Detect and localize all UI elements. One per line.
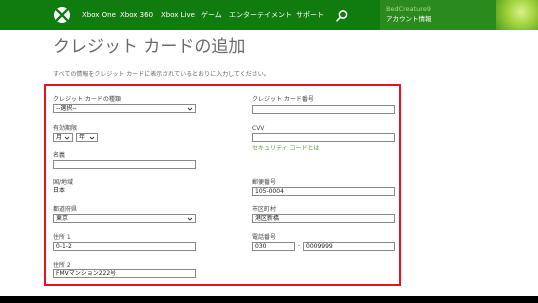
prefecture-label: 都道府県 <box>53 206 78 213</box>
expiry-month-value: 月 <box>56 134 63 141</box>
phone-label: 電話番号 <box>252 234 277 241</box>
city-field[interactable]: 港区新橋 <box>252 214 395 223</box>
address1-field[interactable]: 0-1-2 <box>53 242 196 251</box>
phone-number-field[interactable]: 0009999 <box>303 242 395 251</box>
card-type-select[interactable]: --選択-- <box>53 104 196 113</box>
page-description: すべての情報をクレジット カードに表示されているとおりに入力してください。 <box>53 71 270 78</box>
phone-separator: - <box>298 242 301 249</box>
card-number-label: クレジット カード番号 <box>252 96 314 103</box>
taskbar <box>0 296 538 303</box>
address2-field[interactable]: FMVマンション222号 <box>53 269 196 278</box>
profile-panel[interactable]: BedCreature9 アカウント情報 <box>380 0 538 30</box>
name-field[interactable] <box>53 160 196 169</box>
avatar[interactable] <box>496 0 538 30</box>
nav-xbox-360[interactable]: Xbox 360 <box>120 0 153 30</box>
xbox-logo-icon[interactable] <box>54 7 70 23</box>
prefecture-select[interactable]: 東京 <box>53 214 196 223</box>
expiry-year-select[interactable]: 年 <box>76 133 98 142</box>
search-icon[interactable] <box>335 8 349 22</box>
phone-area-field[interactable]: 030 <box>252 242 295 251</box>
expiry-month-select[interactable]: 月 <box>53 133 73 142</box>
nav-games[interactable]: ゲーム <box>201 0 222 30</box>
nav-entertainment[interactable]: エンターテイメント <box>229 0 292 30</box>
nav-xbox-one[interactable]: Xbox One <box>82 0 116 30</box>
expiry-label: 有効期限 <box>53 125 78 132</box>
profile-name: BedCreature9 <box>386 5 431 13</box>
address1-label: 住所 1 <box>53 234 71 241</box>
cvv-label: CVV <box>252 125 265 132</box>
country-label: 国/地域 <box>53 179 74 186</box>
city-label: 市区町村 <box>252 206 277 213</box>
postal-code-field[interactable]: 105-0004 <box>252 187 395 196</box>
card-number-field[interactable] <box>252 105 395 114</box>
page-title: クレジット カードの追加 <box>53 37 246 57</box>
cvv-field[interactable] <box>252 133 395 142</box>
chevron-down-icon <box>187 107 193 111</box>
card-type-value: --選択-- <box>56 105 77 112</box>
highlight-frame <box>44 84 401 286</box>
security-code-help-link[interactable]: セキュリティ コードとは <box>252 143 320 152</box>
card-type-label: クレジット カードの種類 <box>53 96 121 103</box>
nav-xbox-live[interactable]: Xbox Live <box>161 0 195 30</box>
chevron-down-icon <box>64 136 70 140</box>
prefecture-value: 東京 <box>56 215 69 222</box>
nav-support[interactable]: サポート <box>296 0 324 30</box>
chevron-down-icon <box>89 136 95 140</box>
country-value: 日本 <box>53 187 66 194</box>
expiry-year-value: 年 <box>79 134 86 141</box>
address2-label: 住所 2 <box>53 262 71 269</box>
postal-code-label: 郵便番号 <box>252 179 277 186</box>
top-navigation-bar: Xbox One Xbox 360 Xbox Live ゲーム エンターテイメン… <box>0 0 538 30</box>
name-label: 名義 <box>53 152 66 159</box>
chevron-down-icon <box>187 217 193 221</box>
account-info-link[interactable]: アカウント情報 <box>386 15 432 23</box>
